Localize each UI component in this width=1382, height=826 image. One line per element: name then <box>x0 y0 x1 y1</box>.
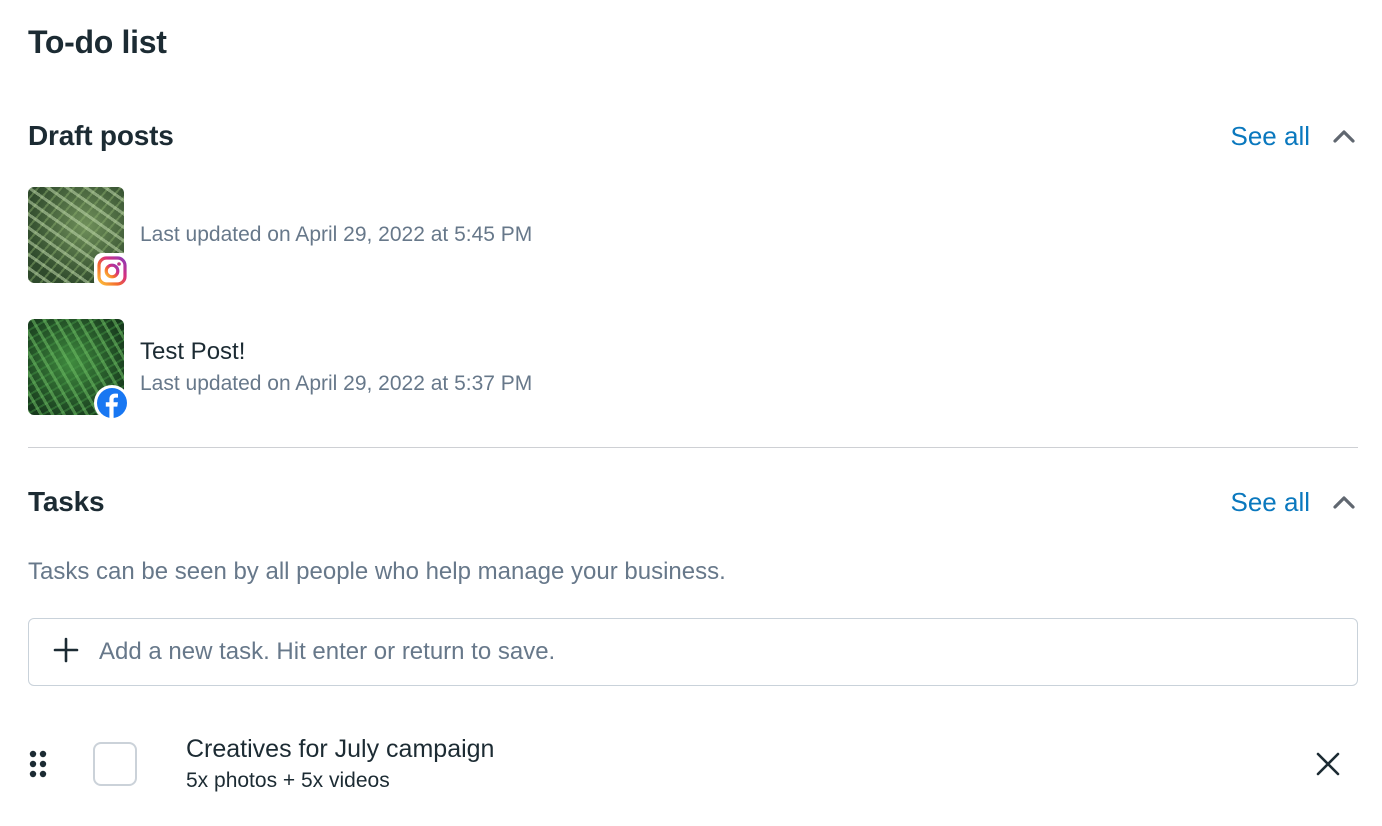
tasks-description: Tasks can be seen by all people who help… <box>28 558 726 585</box>
tasks-actions: See all <box>1231 487 1359 518</box>
plus-icon <box>53 637 79 668</box>
draft-posts-header: Draft posts See all <box>28 116 1358 156</box>
task-item: Creatives for July campaign 5x photos + … <box>28 728 1358 800</box>
task-subtitle: 5x photos + 5x videos <box>186 769 390 792</box>
chevron-up-icon[interactable] <box>1330 488 1358 516</box>
task-title: Creatives for July campaign <box>186 735 495 763</box>
tasks-title: Tasks <box>28 486 105 517</box>
facebook-icon <box>94 385 130 421</box>
task-text: Creatives for July campaign 5x photos + … <box>186 732 494 796</box>
close-icon[interactable] <box>1312 748 1344 780</box>
instagram-icon <box>94 253 130 289</box>
section-divider <box>28 447 1358 448</box>
add-task-input[interactable] <box>97 637 1357 667</box>
draft-post-updated: Last updated on April 29, 2022 at 5:37 P… <box>140 372 533 395</box>
draft-posts-title: Draft posts <box>28 120 174 151</box>
tasks-header: Tasks See all <box>28 482 1358 522</box>
draft-post-item[interactable]: Last updated on April 29, 2022 at 5:45 P… <box>28 187 532 289</box>
draft-post-title: Test Post! <box>140 338 246 365</box>
draft-posts-actions: See all <box>1231 121 1359 152</box>
post-thumbnail <box>28 187 130 289</box>
draft-post-item[interactable]: Test Post! Last updated on April 29, 202… <box>28 319 532 421</box>
post-thumbnail <box>28 319 130 421</box>
draft-post-text: Test Post! Last updated on April 29, 202… <box>140 335 532 399</box>
draft-posts-see-all-link[interactable]: See all <box>1231 121 1311 152</box>
drag-handle-icon[interactable] <box>28 749 64 779</box>
task-checkbox[interactable] <box>93 742 137 786</box>
tasks-see-all-link[interactable]: See all <box>1231 487 1311 518</box>
draft-post-text: Last updated on April 29, 2022 at 5:45 P… <box>140 220 532 250</box>
draft-post-updated: Last updated on April 29, 2022 at 5:45 P… <box>140 223 533 246</box>
page-title: To-do list <box>28 24 167 60</box>
add-task-field[interactable] <box>28 618 1358 686</box>
chevron-up-icon[interactable] <box>1330 122 1358 150</box>
